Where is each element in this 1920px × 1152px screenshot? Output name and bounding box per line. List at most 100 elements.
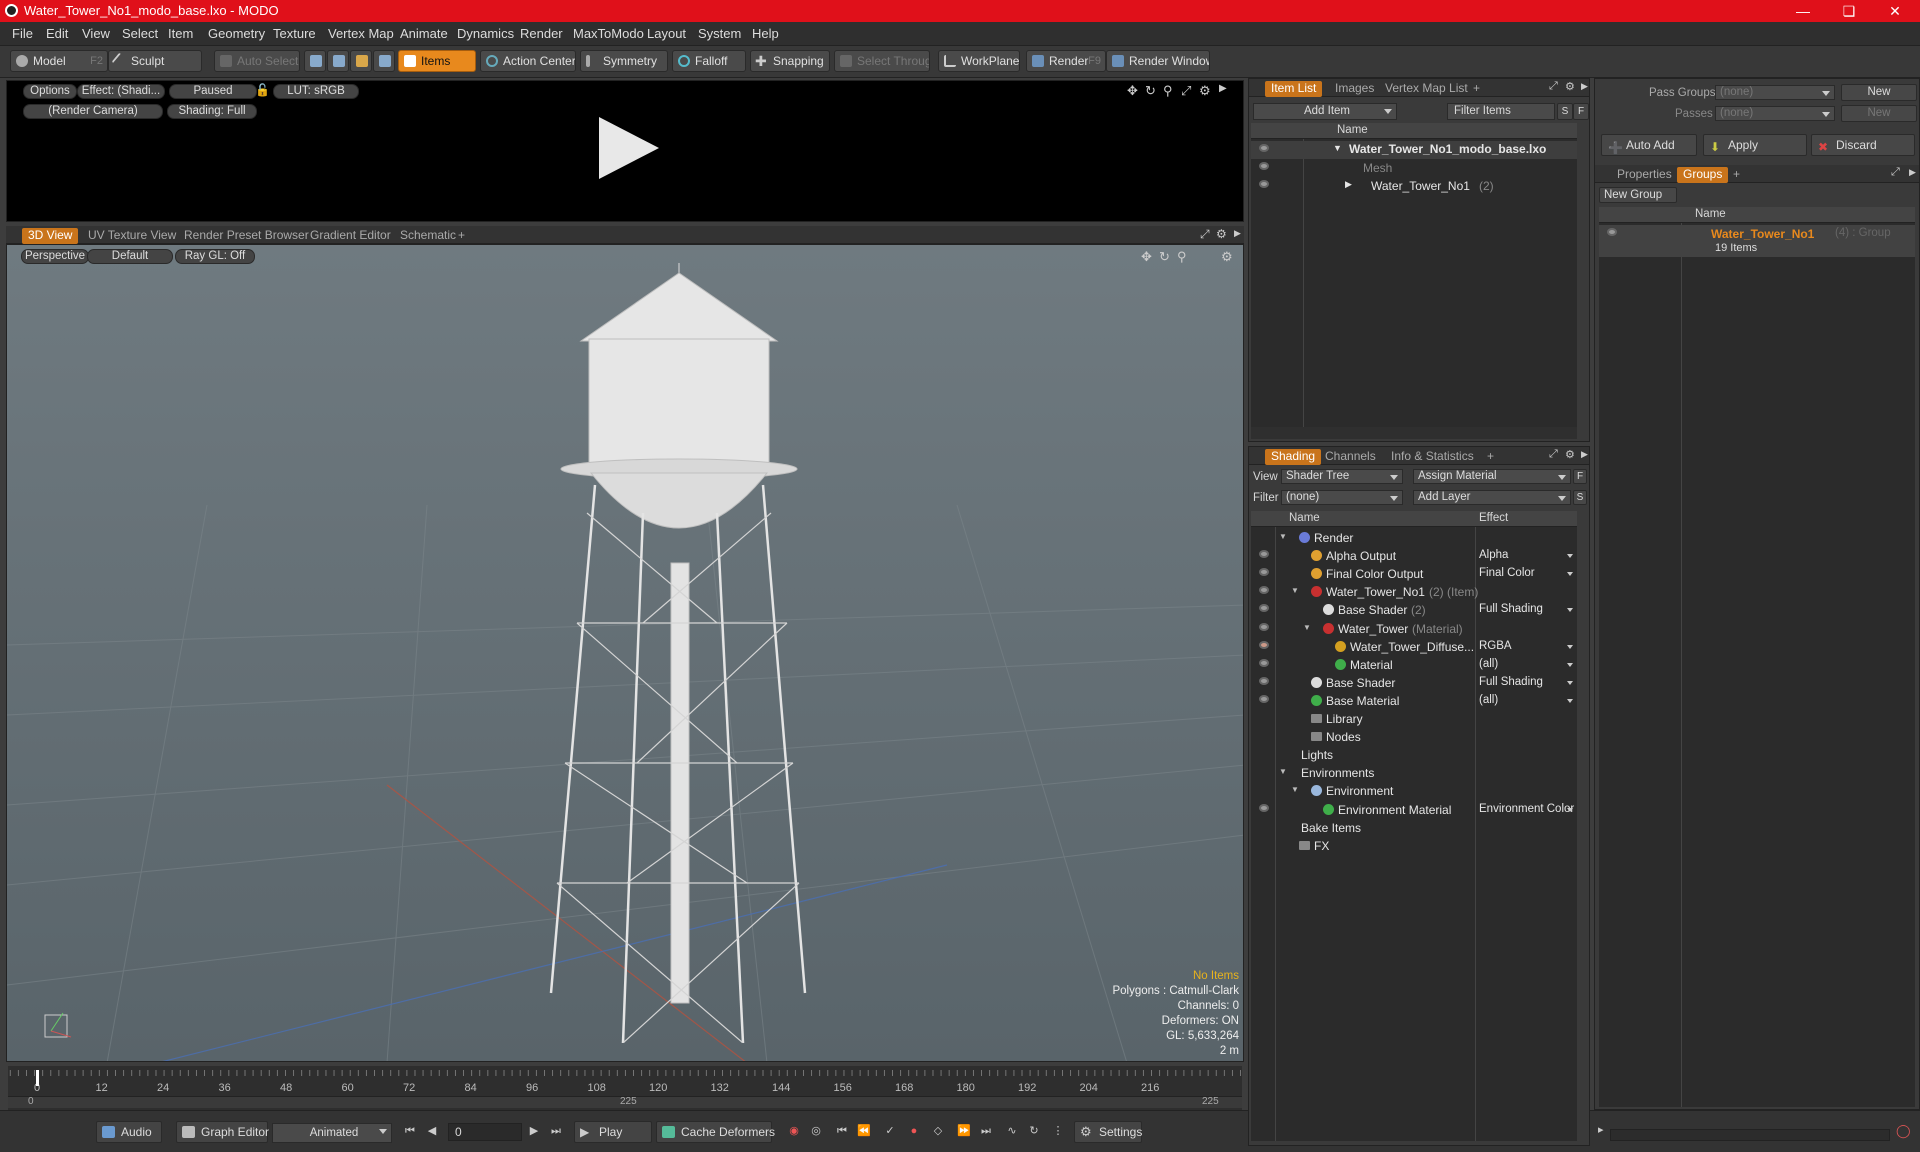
- visibility-eye-icon[interactable]: [1259, 144, 1269, 152]
- shader-row[interactable]: Material (all): [1251, 656, 1577, 674]
- default-style-dropdown[interactable]: Default: [87, 249, 173, 264]
- current-frame-input[interactable]: 0: [448, 1123, 522, 1141]
- menu-geometry[interactable]: Geometry: [208, 26, 265, 41]
- tab-uv-texture-view[interactable]: UV Texture View: [82, 228, 182, 244]
- maximize-view-icon[interactable]: ⤢: [1181, 83, 1191, 99]
- viewport-gear-icon[interactable]: ⚙: [1216, 227, 1227, 241]
- tab-properties[interactable]: Properties: [1611, 167, 1678, 183]
- discard-button[interactable]: ✖ Discard: [1811, 134, 1915, 156]
- lock-icon[interactable]: 🔓: [255, 83, 270, 97]
- filter-items-field[interactable]: Filter Items: [1447, 103, 1555, 120]
- item-list-horizontal-scrollbar[interactable]: [1251, 427, 1577, 439]
- visibility-eye-icon[interactable]: [1259, 550, 1269, 559]
- perspective-dropdown[interactable]: Perspective: [21, 249, 89, 264]
- materials-mode-button[interactable]: [373, 50, 395, 72]
- shader-row[interactable]: Base Shader Full Shading: [1251, 674, 1577, 692]
- visibility-eye-icon[interactable]: [1259, 676, 1269, 685]
- shader-row[interactable]: FX: [1251, 837, 1577, 855]
- tab-shading[interactable]: Shading: [1265, 449, 1322, 465]
- viewport-settings-gear-icon[interactable]: ⚙: [1221, 249, 1233, 265]
- name-column-header[interactable]: Name: [1337, 124, 1368, 136]
- item-row-mesh[interactable]: Mesh: [1251, 159, 1577, 177]
- items-mode-button[interactable]: Items: [398, 50, 476, 72]
- shader-row[interactable]: Library: [1251, 710, 1577, 728]
- effect-dropdown-arrow-icon[interactable]: [1567, 662, 1573, 667]
- cache-deformers-button[interactable]: Cache Deformers: [656, 1121, 775, 1143]
- tab-render-preset-browser[interactable]: Render Preset Browser: [178, 228, 315, 244]
- polygons-mode-button[interactable]: [350, 50, 372, 72]
- effect-dropdown-arrow-icon[interactable]: [1567, 572, 1573, 577]
- shader-row[interactable]: ▼ Environment: [1251, 782, 1577, 800]
- collapse-arrow-icon[interactable]: ▶: [1345, 179, 1352, 190]
- timeline-playhead[interactable]: [36, 1070, 39, 1086]
- shader-row[interactable]: Final Color Output Final Color: [1251, 565, 1577, 583]
- menu-file[interactable]: File: [12, 26, 33, 41]
- visibility-eye-icon[interactable]: [1259, 604, 1269, 613]
- go-start-icon[interactable]: ⏮: [400, 1121, 420, 1141]
- viewport-zoom-icon[interactable]: ⚲: [1177, 249, 1187, 265]
- viewport-menu-arrow-icon[interactable]: ▶: [1234, 228, 1241, 239]
- shader-row[interactable]: Bake Items: [1251, 819, 1577, 837]
- key-icon[interactable]: ◇: [928, 1121, 948, 1141]
- tab-gradient-editor[interactable]: Gradient Editor: [304, 228, 397, 244]
- add-tab-button[interactable]: +: [452, 228, 471, 244]
- shading-maximize-icon[interactable]: ⤢: [1549, 448, 1558, 461]
- shader-tree-dropdown[interactable]: Shader Tree: [1281, 469, 1403, 484]
- tab-item-list[interactable]: Item List: [1265, 81, 1323, 97]
- groups-menu-arrow-icon[interactable]: ▶: [1909, 167, 1916, 178]
- item-list-maximize-icon[interactable]: ⤢: [1549, 80, 1558, 93]
- play-button[interactable]: ▶ Play: [574, 1121, 652, 1143]
- expand-arrow-icon[interactable]: ▼: [1303, 623, 1311, 632]
- viewport-pan-icon[interactable]: ✥: [1141, 249, 1152, 265]
- visibility-eye-icon[interactable]: [1259, 622, 1269, 631]
- menu-vertex-map[interactable]: Vertex Map: [328, 26, 394, 41]
- effect-dropdown-arrow-icon[interactable]: [1567, 698, 1573, 703]
- assign-material-dropdown[interactable]: Assign Material: [1413, 469, 1571, 484]
- tab-3d-view[interactable]: 3D View: [22, 228, 79, 244]
- effect-dropdown-arrow-icon[interactable]: [1567, 554, 1573, 559]
- item-row-scene[interactable]: ▼ Water_Tower_No1_modo_base.lxo: [1251, 141, 1577, 159]
- item-list-gear-icon[interactable]: ⚙: [1565, 80, 1575, 93]
- minimize-button[interactable]: —: [1780, 0, 1826, 22]
- effect-dropdown-arrow-icon[interactable]: [1567, 608, 1573, 613]
- sculpt-mode-button[interactable]: Sculpt: [108, 50, 202, 72]
- step-back-icon[interactable]: ⏪: [854, 1121, 874, 1141]
- add-shading-tab-button[interactable]: +: [1481, 449, 1500, 465]
- skip-back-icon[interactable]: ⏮: [832, 1121, 852, 1141]
- apply-button[interactable]: ⬇ Apply: [1703, 134, 1807, 156]
- shading-gear-icon[interactable]: ⚙: [1565, 448, 1575, 461]
- shading-f-button[interactable]: F: [1573, 469, 1587, 484]
- filter-dropdown[interactable]: (none): [1281, 490, 1403, 505]
- shader-row[interactable]: Base Shader (2) Full Shading: [1251, 601, 1577, 619]
- raygl-dropdown[interactable]: Ray GL: Off: [175, 249, 255, 264]
- preview-paused-button[interactable]: Paused: [169, 84, 257, 99]
- add-layer-dropdown[interactable]: Add Layer: [1413, 490, 1571, 505]
- render-camera-dropdown[interactable]: (Render Camera): [23, 104, 163, 119]
- step-forward-icon[interactable]: ⏩: [954, 1121, 974, 1141]
- auto-add-button[interactable]: ➕ Auto Add: [1601, 134, 1697, 156]
- menu-edit[interactable]: Edit: [46, 26, 68, 41]
- animated-dropdown[interactable]: Animated: [272, 1123, 392, 1143]
- auto-select-button[interactable]: Auto Select: [214, 50, 300, 72]
- viewport-rotate-icon[interactable]: ↻: [1159, 249, 1170, 265]
- shader-row-effect[interactable]: Final Color: [1479, 567, 1575, 579]
- new-group-button[interactable]: New Group: [1599, 187, 1677, 203]
- move-view-icon[interactable]: ✥: [1127, 83, 1138, 99]
- shader-row[interactable]: Water_Tower_Diffuse... RGBA: [1251, 638, 1577, 656]
- tab-vertex-map-list[interactable]: Vertex Map List: [1379, 81, 1474, 97]
- auto-key-icon[interactable]: ◎: [806, 1121, 826, 1141]
- workplane-button[interactable]: WorkPlane: [938, 50, 1020, 72]
- visibility-eye-icon[interactable]: [1259, 180, 1269, 188]
- passes-dropdown[interactable]: (none): [1715, 106, 1835, 121]
- edges-mode-button[interactable]: [327, 50, 349, 72]
- shader-row[interactable]: ▼ Water_Tower_No1 (2) (Item): [1251, 583, 1577, 601]
- command-arrow-icon[interactable]: ▸: [1598, 1123, 1604, 1136]
- menu-render[interactable]: Render: [520, 26, 563, 41]
- symmetry-button[interactable]: Symmetry: [580, 50, 668, 72]
- 3d-viewport[interactable]: Perspective Default Ray GL: Off ✥ ↻ ⚲ ⚙ …: [6, 244, 1244, 1062]
- menu-select[interactable]: Select: [122, 26, 158, 41]
- command-stop-icon[interactable]: ◯: [1896, 1123, 1911, 1139]
- shader-row-effect[interactable]: RGBA: [1479, 640, 1575, 652]
- visibility-eye-icon[interactable]: [1259, 162, 1269, 170]
- shader-row[interactable]: Lights: [1251, 746, 1577, 764]
